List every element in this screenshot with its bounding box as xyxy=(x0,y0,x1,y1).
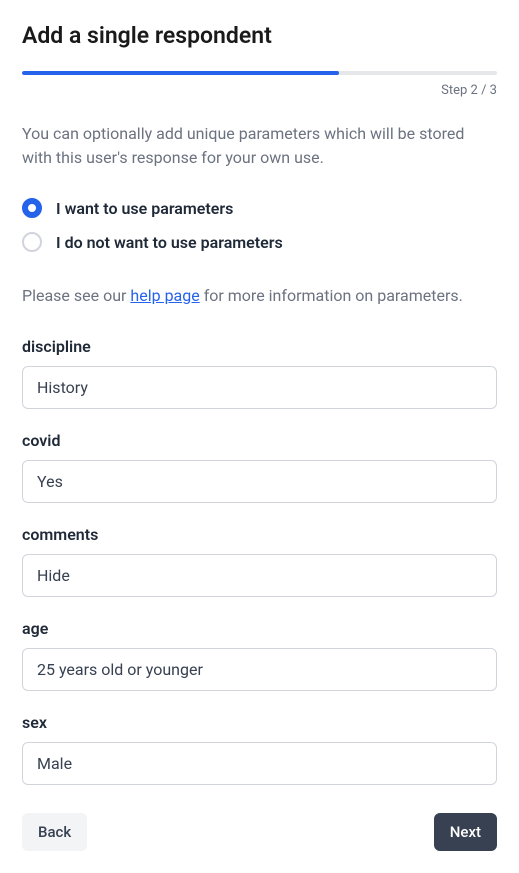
help-text: Please see our help page for more inform… xyxy=(22,286,497,305)
covid-input[interactable] xyxy=(22,460,497,503)
field-sex: sex xyxy=(22,713,497,785)
discipline-input[interactable] xyxy=(22,366,497,409)
progress-fill xyxy=(22,71,339,75)
description-text: You can optionally add unique parameters… xyxy=(22,122,497,170)
button-row: Back Next xyxy=(22,813,497,851)
radio-label: I want to use parameters xyxy=(56,199,233,218)
field-comments: comments xyxy=(22,525,497,597)
comments-input[interactable] xyxy=(22,554,497,597)
sex-label: sex xyxy=(22,713,497,732)
field-discipline: discipline xyxy=(22,337,497,409)
sex-input[interactable] xyxy=(22,742,497,785)
next-button[interactable]: Next xyxy=(434,813,497,851)
parameters-radio-group: I want to use parameters I do not want t… xyxy=(22,198,497,252)
back-button[interactable]: Back xyxy=(22,813,87,851)
page-title: Add a single respondent xyxy=(22,22,497,49)
age-input[interactable] xyxy=(22,648,497,691)
radio-use-parameters[interactable]: I want to use parameters xyxy=(22,198,497,218)
covid-label: covid xyxy=(22,431,497,450)
help-page-link[interactable]: help page xyxy=(130,286,199,305)
comments-label: comments xyxy=(22,525,497,544)
field-age: age xyxy=(22,619,497,691)
age-label: age xyxy=(22,619,497,638)
radio-label: I do not want to use parameters xyxy=(56,233,283,252)
field-covid: covid xyxy=(22,431,497,503)
radio-icon xyxy=(22,198,42,218)
radio-icon xyxy=(22,232,42,252)
radio-no-parameters[interactable]: I do not want to use parameters xyxy=(22,232,497,252)
discipline-label: discipline xyxy=(22,337,497,356)
progress-bar xyxy=(22,71,497,75)
help-prefix: Please see our xyxy=(22,286,130,305)
help-suffix: for more information on parameters. xyxy=(200,286,463,305)
step-indicator: Step 2 / 3 xyxy=(22,83,497,98)
